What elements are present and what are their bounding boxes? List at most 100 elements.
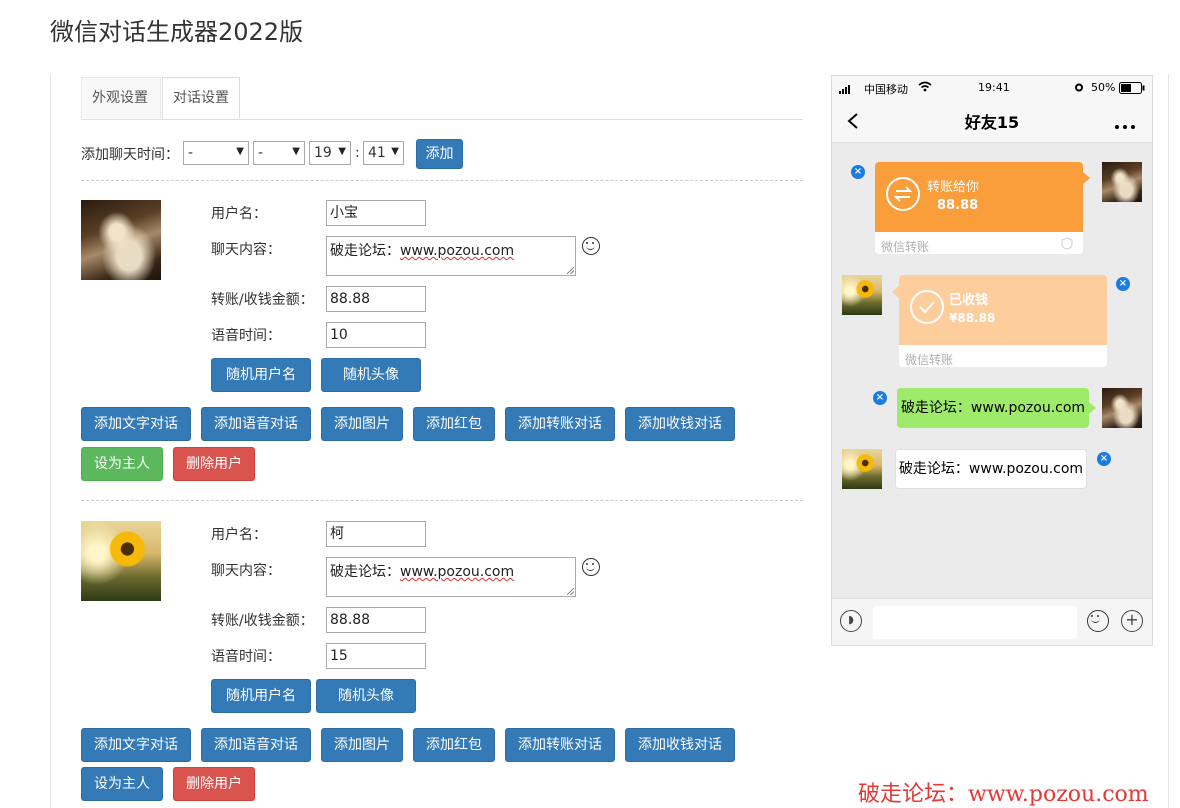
delete-user-button[interactable]: 删除用户: [173, 447, 255, 481]
panel-divider-left: [50, 74, 51, 808]
resize-grip-icon[interactable]: [567, 267, 574, 274]
phone-status-bar: 中国移动 19:41 50%: [832, 76, 1152, 100]
add-receive-dialog-button[interactable]: 添加收钱对话: [625, 407, 735, 441]
set-owner-button[interactable]: 设为主人: [81, 447, 163, 481]
bubble-tail: [1089, 402, 1096, 414]
amount-input[interactable]: 88.88: [326, 286, 426, 312]
add-red-packet-button[interactable]: 添加红包: [413, 728, 495, 762]
received-title: 已收钱: [949, 293, 989, 308]
transfer-title: 转账给你: [927, 180, 980, 195]
more-icon[interactable]: [1114, 118, 1136, 129]
battery-icon: [1119, 82, 1145, 94]
owner-avatar: [1102, 388, 1142, 428]
delete-message-icon[interactable]: ×: [1116, 277, 1130, 291]
emoji-icon[interactable]: [1087, 610, 1109, 632]
time-select-2[interactable]: - ▼: [253, 141, 305, 165]
add-transfer-dialog-button[interactable]: 添加转账对话: [505, 728, 615, 762]
dropdown-arrow-icon: ▼: [236, 146, 244, 157]
add-image-button[interactable]: 添加图片: [321, 728, 403, 762]
wifi-icon: [918, 81, 932, 93]
status-time: 19:41: [978, 81, 1010, 94]
signal-icon: [839, 84, 853, 94]
text-bubble-right: 破走论坛：www.pozou.com: [897, 388, 1089, 428]
shield-icon: [1061, 237, 1073, 250]
divider: [81, 180, 803, 181]
chat-input-bar: ◗ +: [832, 598, 1152, 645]
alarm-icon: [1074, 82, 1084, 92]
divider: [81, 500, 803, 501]
bubble-tail: [1083, 172, 1090, 184]
page-title: 微信对话生成器2022版: [50, 18, 304, 46]
transfer-amount: 88.88: [937, 198, 979, 213]
delete-message-icon[interactable]: ×: [851, 165, 865, 179]
add-voice-dialog-button[interactable]: 添加语音对话: [201, 728, 311, 762]
dropdown-arrow-icon: ▼: [338, 146, 346, 157]
time-select-1[interactable]: - ▼: [183, 141, 249, 165]
voice-time-input[interactable]: 15: [326, 643, 426, 669]
amount-input[interactable]: 88.88: [326, 607, 426, 633]
delete-message-icon[interactable]: ×: [873, 391, 887, 405]
transfer-footer: 微信转账: [881, 240, 930, 254]
dropdown-arrow-icon: ▼: [391, 146, 399, 157]
dropdown-arrow-icon: ▼: [292, 146, 300, 157]
username-label: 用户名：: [211, 206, 267, 222]
phone-preview: 中国移动 19:41 50% 好友15 × 转账给你 88.88 微信转账 已收…: [831, 75, 1153, 646]
add-red-packet-button[interactable]: 添加红包: [413, 407, 495, 441]
hour-select[interactable]: 19 ▼: [309, 141, 351, 165]
random-avatar-button[interactable]: 随机头像: [316, 679, 416, 713]
tab-dialog-settings[interactable]: 对话设置: [162, 77, 240, 119]
battery-percent: 50%: [1091, 81, 1116, 94]
chat-content-label: 聊天内容：: [211, 563, 281, 579]
add-chat-time-label: 添加聊天时间：: [81, 147, 179, 163]
user-avatar[interactable]: [81, 200, 161, 280]
message-input[interactable]: [873, 606, 1077, 639]
delete-message-icon[interactable]: ×: [1097, 452, 1111, 466]
text-bubble-left: 破走论坛：www.pozou.com: [895, 449, 1087, 489]
voice-time-label: 语音时间：: [211, 649, 281, 665]
chat-content-textarea[interactable]: 破走论坛：www.pozou.com: [326, 236, 576, 276]
watermark-text: 破走论坛：www.pozou.com: [858, 782, 1149, 807]
username-input[interactable]: 小宝: [326, 200, 426, 226]
amount-label: 转账/收钱金额：: [211, 613, 314, 629]
chat-content-label: 聊天内容：: [211, 242, 281, 258]
friend-avatar: [842, 275, 882, 315]
check-icon: [910, 290, 944, 324]
add-text-dialog-button[interactable]: 添加文字对话: [81, 407, 191, 441]
set-owner-button[interactable]: 设为主人: [81, 767, 163, 801]
add-image-button[interactable]: 添加图片: [321, 407, 403, 441]
resize-grip-icon[interactable]: [567, 588, 574, 595]
random-username-button[interactable]: 随机用户名: [211, 679, 311, 713]
time-colon: :: [355, 145, 360, 161]
bubble-tail: [892, 286, 899, 298]
received-amount: ¥88.88: [949, 311, 996, 325]
random-username-button[interactable]: 随机用户名: [211, 358, 311, 392]
amount-label: 转账/收钱金额：: [211, 292, 314, 308]
add-voice-dialog-button[interactable]: 添加语音对话: [201, 407, 311, 441]
add-transfer-dialog-button[interactable]: 添加转账对话: [505, 407, 615, 441]
received-footer: 微信转账: [905, 353, 954, 367]
voice-icon[interactable]: ◗: [840, 610, 862, 632]
username-input[interactable]: 柯: [326, 521, 426, 547]
received-bubble: 已收钱 ¥88.88 微信转账: [899, 275, 1107, 367]
add-time-button[interactable]: 添加: [416, 139, 463, 169]
carrier-name: 中国移动: [864, 83, 908, 96]
panel-divider-right: [1168, 74, 1169, 808]
voice-time-input[interactable]: 10: [326, 322, 426, 348]
add-text-dialog-button[interactable]: 添加文字对话: [81, 728, 191, 762]
settings-tabs: 外观设置 对话设置: [81, 77, 803, 120]
emoji-icon[interactable]: [582, 558, 600, 576]
emoji-icon[interactable]: [582, 237, 600, 255]
chat-navbar: 好友15: [832, 100, 1152, 143]
chat-content-textarea[interactable]: 破走论坛：www.pozou.com: [326, 557, 576, 597]
owner-avatar: [1102, 162, 1142, 202]
delete-user-button[interactable]: 删除用户: [173, 767, 255, 801]
tab-appearance-settings[interactable]: 外观设置: [81, 77, 161, 118]
user-avatar[interactable]: [81, 521, 161, 601]
minute-select[interactable]: 41 ▼: [363, 141, 404, 165]
random-avatar-button[interactable]: 随机头像: [321, 358, 421, 392]
friend-avatar: [842, 449, 882, 489]
transfer-arrows-icon: [886, 177, 920, 211]
plus-icon[interactable]: +: [1121, 610, 1143, 632]
username-label: 用户名：: [211, 527, 267, 543]
add-receive-dialog-button[interactable]: 添加收钱对话: [625, 728, 735, 762]
